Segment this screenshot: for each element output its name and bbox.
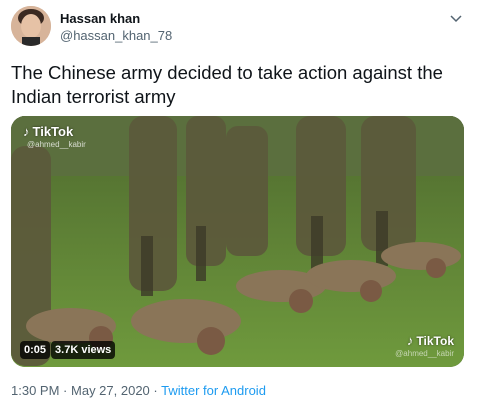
- avatar-image: [11, 6, 51, 46]
- tiktok-logo-icon: ♪: [406, 333, 414, 348]
- video-duration-badge: 0:05: [20, 341, 51, 359]
- chevron-down-icon[interactable]: [448, 12, 464, 24]
- author-display-name[interactable]: Hassan khan: [60, 11, 140, 26]
- tiktok-username: @ahmed__kabir: [395, 349, 454, 358]
- tweet-time[interactable]: 1:30 PM: [11, 383, 59, 398]
- tweet-source-link[interactable]: Twitter for Android: [161, 383, 266, 398]
- meta-separator: ·: [153, 383, 158, 398]
- meta-separator: ·: [63, 383, 68, 398]
- tweet-text: The Chinese army decided to take action …: [11, 62, 443, 107]
- tweet-meta: 1:30 PM · May 27, 2020 · Twitter for And…: [11, 383, 266, 398]
- video-media[interactable]: ♪ TikTok @ahmed__kabir ♪ TikTok @ahmed__…: [11, 116, 464, 367]
- video-badges: 0:05 3.7K views: [20, 341, 116, 359]
- tiktok-logo-icon: ♪: [23, 124, 30, 139]
- author-handle[interactable]: @hassan_khan_78: [60, 28, 172, 43]
- tiktok-brand-label: TikTok: [416, 333, 454, 348]
- tiktok-username: @ahmed__kabir: [27, 140, 86, 149]
- avatar[interactable]: [11, 6, 51, 46]
- tiktok-watermark-top: ♪ TikTok @ahmed__kabir: [23, 124, 86, 149]
- tiktok-brand-label: TikTok: [32, 124, 74, 139]
- video-views-badge: 3.7K views: [51, 341, 116, 359]
- tweet-date[interactable]: May 27, 2020: [71, 383, 150, 398]
- tiktok-watermark-bottom: ♪ TikTok @ahmed__kabir: [395, 333, 454, 358]
- video-frame: [11, 116, 464, 367]
